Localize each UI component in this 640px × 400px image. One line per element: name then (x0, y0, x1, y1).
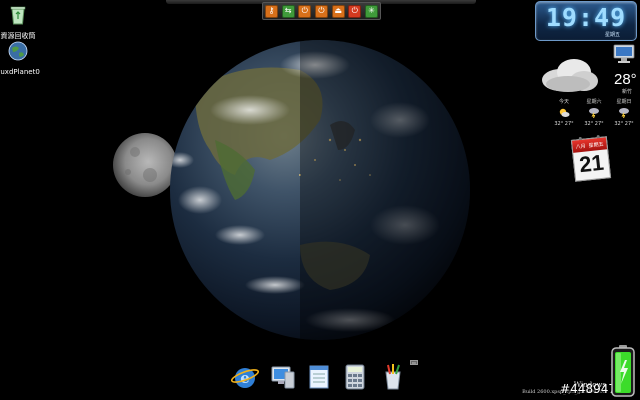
dock: e (226, 362, 416, 396)
forecast-day-label: 今天 (558, 99, 569, 105)
swap-icon[interactable]: ⇆ (281, 4, 295, 18)
thunderstorm-icon (619, 108, 629, 119)
forecast-day-label: 星期六 (586, 99, 602, 105)
calendar-day: 21 (577, 149, 605, 178)
forecast-day-3: 星期日 32° 27° (612, 98, 636, 127)
paint-icon[interactable] (378, 362, 408, 392)
current-temperature: 28° (614, 71, 637, 88)
my-computer-icon[interactable] (268, 362, 298, 392)
planet-app-icon (8, 41, 28, 61)
forecast-temp: 32° 27° (614, 121, 634, 127)
sun-icon[interactable]: ✳ (364, 4, 378, 18)
planet-app-label: vuxdPlanet0 (0, 68, 40, 76)
forecast-day-label: 星期日 (616, 99, 632, 105)
weather-city: 新竹 (622, 89, 633, 95)
sun-cloud-icon (559, 108, 570, 117)
eject-icon[interactable]: ⏏ (331, 4, 345, 18)
monitor-icon (613, 44, 635, 63)
calendar-month: 八月 (575, 143, 586, 151)
shutdown-icon[interactable]: ⏻ (348, 4, 362, 18)
recycle-bin-icon (10, 6, 26, 25)
planet-app-desktop-icon[interactable]: vuxdPlanet0 (0, 40, 48, 77)
weather-gadget[interactable]: 28° 新竹 今天 32° 27° 星期六 32° 27° 星期日 32° 27… (536, 44, 640, 130)
clock-gadget[interactable]: 19:49 星期五 (535, 1, 637, 41)
earth (170, 40, 470, 340)
notepad-icon[interactable] (304, 362, 334, 392)
key-icon[interactable]: ⚷ (265, 4, 278, 18)
top-toolbar: ⚷ ⇆ ⏻ ⏻ ⏏ ⏻ ✳ (262, 2, 381, 20)
calculator-icon[interactable] (340, 362, 370, 392)
battery-icon[interactable] (610, 344, 636, 398)
internet-explorer-icon[interactable]: e (230, 362, 260, 392)
calendar-weekday: 星期五 (588, 141, 604, 149)
cloud-icon (542, 59, 598, 92)
image-id-overlay: #448947 (560, 382, 616, 396)
forecast-temp: 32° 27° (554, 121, 574, 127)
calendar-gadget[interactable]: 八月 星期五 21 (570, 134, 614, 186)
thunderstorm-icon (589, 108, 599, 119)
clock-time: 19:49 (545, 3, 627, 32)
power-icon[interactable]: ⏻ (298, 4, 312, 18)
forecast-temp: 32° 27° (584, 121, 604, 127)
forecast-day-1: 今天 32° 27° (552, 98, 576, 127)
standby-icon[interactable]: ⏻ (314, 4, 328, 18)
clock-date: 星期五 (604, 32, 620, 38)
moon (113, 133, 177, 197)
recycle-bin-desktop-icon[interactable]: 資源回收筒 (0, 4, 48, 41)
calendar-page: 八月 星期五 21 (570, 134, 612, 182)
forecast-day-2: 星期六 32° 27° (582, 98, 606, 127)
